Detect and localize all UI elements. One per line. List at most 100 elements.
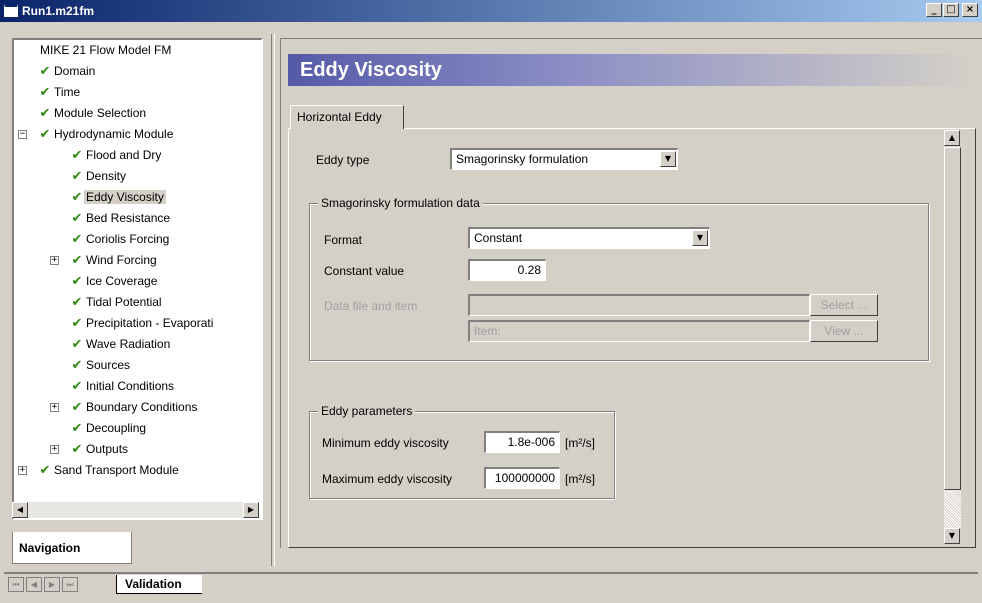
main-vertical-scrollbar[interactable]: ▲ ▼ (944, 130, 961, 545)
tree-item-boundary-conditions[interactable]: ✔ Boundary Conditions (70, 397, 199, 418)
check-icon: ✔ (39, 463, 51, 478)
tree-item-eddy-viscosity[interactable]: ✔ Eddy Viscosity (70, 187, 166, 208)
min-eddy-input[interactable]: 1.8e-006 (484, 431, 560, 453)
tab-horizontal-eddy[interactable]: Horizontal Eddy (290, 105, 404, 129)
maximize-button[interactable]: □ (943, 3, 959, 17)
tree-item-label: MIKE 21 Flow Model FM (40, 43, 172, 57)
check-icon: ✔ (71, 190, 83, 205)
tree-item-wave-radiation[interactable]: ✔ Wave Radiation (70, 334, 172, 355)
data-file-label: Data file and item (324, 299, 418, 313)
tree-item-coriolis-forcing[interactable]: ✔ Coriolis Forcing (70, 229, 171, 250)
min-eddy-label: Minimum eddy viscosity (322, 436, 449, 450)
navigation-tree[interactable]: MIKE 21 Flow Model FM ✔ Domain ✔ Time ✔ Mod… (12, 38, 263, 520)
next-tab-icon[interactable]: ▶ (44, 577, 60, 592)
check-icon: ✔ (71, 316, 83, 331)
tree-item-hydrodynamic-module[interactable]: ✔ Hydrodynamic Module (38, 124, 175, 145)
scroll-right-icon[interactable]: ▶ (243, 502, 259, 518)
prev-tab-icon[interactable]: ◀ (26, 577, 42, 592)
tree-item-label: Coriolis Forcing (86, 232, 170, 246)
tree-item-flood-and-dry[interactable]: ✔ Flood and Dry (70, 145, 163, 166)
expand-icon[interactable]: + (50, 445, 59, 454)
check-icon: ✔ (39, 106, 51, 121)
chevron-down-icon[interactable]: ▼ (692, 230, 708, 246)
check-icon: ✔ (71, 442, 83, 457)
tree-item-decoupling[interactable]: ✔ Decoupling (70, 418, 148, 439)
max-eddy-unit: [m²/s] (565, 472, 595, 486)
collapse-icon[interactable]: − (18, 130, 27, 139)
min-eddy-unit: [m²/s] (565, 436, 595, 450)
tree-item-sand-transport-module[interactable]: ✔ Sand Transport Module (38, 460, 181, 481)
format-label: Format (324, 233, 363, 247)
tree-item-tidal-potential[interactable]: ✔ Tidal Potential (70, 292, 164, 313)
check-icon: ✔ (71, 211, 83, 226)
panel-splitter[interactable] (271, 34, 275, 566)
tree-item-label: Eddy Viscosity (84, 190, 166, 204)
chevron-down-icon[interactable]: ▼ (660, 151, 676, 167)
tree-item-ice-coverage[interactable]: ✔ Ice Coverage (70, 271, 159, 292)
constant-value-input[interactable]: 0.28 (468, 259, 546, 281)
select-button[interactable]: Select ... (810, 294, 878, 316)
tree-item-precipitation-evaporation[interactable]: ✔ Precipitation - Evaporati (70, 313, 215, 334)
tree-item-label: Ice Coverage (86, 274, 158, 288)
expand-icon[interactable]: + (50, 256, 59, 265)
window-titlebar[interactable]: Run1.m21fm _ □ × (0, 0, 982, 22)
constant-value-label: Constant value (324, 264, 405, 278)
close-button[interactable]: × (962, 3, 978, 17)
expand-icon[interactable]: + (18, 466, 27, 475)
tab-navigation[interactable]: Navigation (12, 532, 132, 564)
data-file-input[interactable] (468, 294, 810, 316)
tree-item-label: Wave Radiation (86, 337, 171, 351)
scroll-track[interactable] (944, 490, 961, 528)
tree-item-outputs[interactable]: ✔ Outputs (70, 439, 130, 460)
tree-item-initial-conditions[interactable]: ✔ Initial Conditions (70, 376, 176, 397)
navigation-panel: MIKE 21 Flow Model FM ✔ Domain ✔ Time ✔ Mod… (4, 34, 270, 566)
tab-validation[interactable]: Validation (116, 575, 202, 594)
tree-item-label: Initial Conditions (86, 379, 175, 393)
scroll-left-icon[interactable]: ◀ (12, 502, 28, 518)
tree-item-wind-forcing[interactable]: ✔ Wind Forcing (70, 250, 159, 271)
tree-item-label: Domain (54, 64, 96, 78)
last-tab-icon[interactable]: ⏭ (62, 577, 78, 592)
tree-item-density[interactable]: ✔ Density (70, 166, 128, 187)
tree-item-module-selection[interactable]: ✔ Module Selection (38, 103, 148, 124)
smagorinsky-group-title: Smagorinsky formulation data (318, 196, 483, 210)
tree-item-label: Decoupling (86, 421, 147, 435)
check-icon: ✔ (71, 421, 83, 436)
tree-item-domain[interactable]: ✔ Domain (38, 61, 97, 82)
check-icon: ✔ (71, 379, 83, 394)
tree-item-time[interactable]: ✔ Time (38, 82, 82, 103)
check-icon: ✔ (71, 400, 83, 415)
page-header: Eddy Viscosity (288, 54, 974, 86)
check-icon: ✔ (71, 274, 83, 289)
tree-item-label: Sand Transport Module (54, 463, 179, 477)
max-eddy-input[interactable]: 100000000 (484, 467, 560, 489)
page-title: Eddy Viscosity (300, 59, 442, 81)
first-tab-icon[interactable]: ⏮ (8, 577, 24, 592)
tree-item-label: Precipitation - Evaporati (86, 316, 214, 330)
check-icon: ✔ (71, 337, 83, 352)
item-input[interactable]: Item: (468, 320, 810, 342)
tree-item-label: Wind Forcing (86, 253, 157, 267)
tree-item-label: Flood and Dry (86, 148, 162, 162)
scroll-up-icon[interactable]: ▲ (944, 130, 960, 146)
check-icon: ✔ (71, 253, 83, 268)
check-icon: ✔ (71, 169, 83, 184)
tree-item-root[interactable]: MIKE 21 Flow Model FM (38, 40, 173, 61)
view-button[interactable]: View ... (810, 320, 878, 342)
scroll-thumb[interactable] (944, 147, 961, 490)
check-icon: ✔ (71, 358, 83, 373)
tree-item-label: Boundary Conditions (86, 400, 198, 414)
app-icon (4, 4, 18, 17)
tree-item-sources[interactable]: ✔ Sources (70, 355, 132, 376)
tree-item-bed-resistance[interactable]: ✔ Bed Resistance (70, 208, 172, 229)
tree-item-label: Time (54, 85, 81, 99)
eddy-type-select[interactable]: Smagorinsky formulation ▼ (450, 148, 678, 170)
scroll-down-icon[interactable]: ▼ (944, 528, 960, 544)
minimize-button[interactable]: _ (926, 3, 942, 17)
check-icon: ✔ (39, 127, 51, 142)
tree-horizontal-scrollbar[interactable]: ◀ ▶ (12, 502, 259, 518)
expand-icon[interactable]: + (50, 403, 59, 412)
bottom-tabbar: ⏮ ◀ ▶ ⏭ Validation (4, 572, 978, 594)
format-select[interactable]: Constant ▼ (468, 227, 710, 249)
tree-item-label: Density (86, 169, 127, 183)
